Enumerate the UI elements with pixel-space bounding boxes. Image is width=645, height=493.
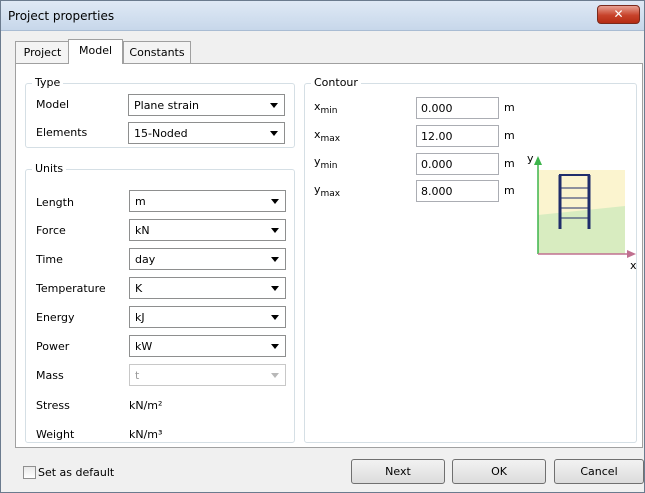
units-group-legend: Units: [32, 162, 67, 175]
ymax-input[interactable]: 8.000: [416, 180, 499, 202]
type-group: Type Model Plane strain Elements 15-Node…: [25, 76, 295, 148]
temperature-select-value: K: [135, 282, 143, 295]
model-tab-panel: Type Model Plane strain Elements 15-Node…: [15, 63, 643, 448]
ymin-unit: m: [504, 157, 515, 170]
tab-project[interactable]: Project: [15, 41, 70, 63]
sketch-x-axis-arrow: [627, 250, 636, 258]
length-label: Length: [36, 196, 74, 209]
chevron-down-icon: [271, 228, 279, 233]
contour-group: Contour xmin 0.000 m xmax 12.00 m ymin 0…: [304, 76, 637, 443]
cancel-button[interactable]: Cancel: [554, 459, 644, 484]
units-group: Units Length m Force kN Time day Tempera…: [25, 162, 295, 443]
chevron-down-icon: [271, 344, 279, 349]
power-label: Power: [36, 340, 70, 353]
time-label: Time: [36, 253, 63, 266]
tab-constants[interactable]: Constants: [123, 41, 191, 63]
length-select[interactable]: m: [129, 190, 286, 212]
power-select[interactable]: kW: [129, 335, 286, 357]
chevron-down-icon: [270, 103, 278, 108]
ok-button[interactable]: OK: [452, 459, 546, 484]
xmax-input[interactable]: 12.00: [416, 125, 499, 147]
mass-select-value: t: [135, 369, 140, 382]
chevron-down-icon: [271, 373, 279, 378]
chevron-down-icon: [271, 199, 279, 204]
xmax-sub: max: [320, 134, 341, 145]
energy-select[interactable]: kJ: [129, 306, 286, 328]
model-select-value: Plane strain: [134, 99, 200, 112]
ymax-label: ymax: [314, 183, 340, 199]
time-select-value: day: [135, 253, 156, 266]
set-as-default-checkbox[interactable]: [23, 466, 36, 479]
type-group-legend: Type: [32, 76, 64, 89]
close-button[interactable]: ✕: [597, 5, 640, 24]
mass-label: Mass: [36, 369, 64, 382]
energy-select-value: kJ: [135, 311, 145, 324]
force-select[interactable]: kN: [129, 219, 286, 241]
tab-model[interactable]: Model: [68, 39, 123, 64]
chevron-down-icon: [271, 286, 279, 291]
elements-label: Elements: [36, 126, 88, 139]
project-properties-dialog: Project properties ✕ Project Model Const…: [0, 0, 645, 493]
chevron-down-icon: [270, 131, 278, 136]
chevron-down-icon: [271, 257, 279, 262]
contour-group-legend: Contour: [311, 76, 361, 89]
set-as-default-label[interactable]: Set as default: [38, 466, 114, 479]
force-label: Force: [36, 224, 66, 237]
time-select[interactable]: day: [129, 248, 286, 270]
temperature-select[interactable]: K: [129, 277, 286, 299]
sketch-y-axis-arrow: [534, 156, 542, 165]
ymax-sub: max: [320, 189, 341, 200]
power-select-value: kW: [135, 340, 153, 353]
weight-label: Weight: [36, 428, 75, 441]
sketch-x-axis-label: x: [630, 259, 637, 270]
stress-label: Stress: [36, 399, 70, 412]
elements-select-value: 15-Noded: [134, 127, 188, 140]
ymin-input[interactable]: 0.000: [416, 153, 499, 175]
model-label: Model: [36, 98, 70, 111]
ymin-label: ymin: [314, 155, 338, 171]
weight-unit: kN/m³: [129, 428, 163, 441]
stress-unit: kN/m²: [129, 399, 163, 412]
chevron-down-icon: [271, 315, 279, 320]
ymin-sub: min: [320, 161, 338, 172]
xmax-label: xmax: [314, 128, 340, 144]
force-select-value: kN: [135, 224, 150, 237]
sketch-y-axis-label: y: [527, 152, 534, 165]
xmin-sub: min: [320, 106, 338, 117]
xmin-input[interactable]: 0.000: [416, 97, 499, 119]
mass-select: t: [129, 364, 286, 386]
elements-select[interactable]: 15-Noded: [128, 122, 285, 144]
temperature-label: Temperature: [36, 282, 106, 295]
window-title: Project properties: [8, 9, 115, 23]
model-select[interactable]: Plane strain: [128, 94, 285, 116]
ymax-unit: m: [504, 184, 515, 197]
xmax-unit: m: [504, 129, 515, 142]
xmin-unit: m: [504, 101, 515, 114]
next-button[interactable]: Next: [351, 459, 445, 484]
energy-label: Energy: [36, 311, 75, 324]
title-bar: Project properties ✕: [1, 1, 644, 31]
length-select-value: m: [135, 195, 146, 208]
model-geometry-sketch: y x: [527, 152, 637, 270]
xmin-label: xmin: [314, 100, 338, 116]
